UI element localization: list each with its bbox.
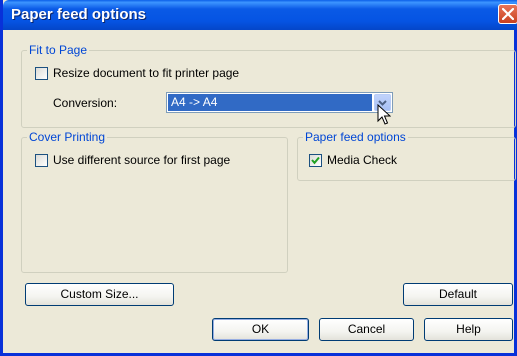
media-check-checkbox-label: Media Check <box>327 153 398 167</box>
resize-checkbox-label: Resize document to fit printer page <box>53 66 240 80</box>
close-icon <box>502 8 514 20</box>
conversion-label: Conversion: <box>53 96 118 110</box>
paper-feed-options-legend: Paper feed options <box>303 130 408 144</box>
media-check-checkbox-row[interactable]: Media Check <box>309 153 397 167</box>
resize-checkbox-row[interactable]: Resize document to fit printer page <box>35 66 239 80</box>
fit-to-page-legend: Fit to Page <box>27 43 90 57</box>
cover-printing-legend: Cover Printing <box>27 130 108 144</box>
checkmark-icon <box>311 156 320 164</box>
different-source-checkbox-row[interactable]: Use different source for first page <box>35 153 230 167</box>
different-source-checkbox[interactable] <box>35 153 48 167</box>
dialog-window: Paper feed options Fit to Page Resize do… <box>0 0 517 356</box>
close-button[interactable] <box>498 4 517 24</box>
media-check-checkbox[interactable] <box>309 153 322 167</box>
resize-checkbox[interactable] <box>35 66 48 80</box>
default-button[interactable]: Default <box>403 283 513 306</box>
custom-size-button[interactable]: Custom Size... <box>25 283 174 306</box>
conversion-select-value: A4 -> A4 <box>168 94 372 111</box>
ok-button[interactable]: OK <box>212 318 309 341</box>
fit-to-page-group: Fit to Page <box>21 43 516 128</box>
help-button[interactable]: Help <box>424 318 513 341</box>
window-title: Paper feed options <box>11 6 147 23</box>
different-source-checkbox-label: Use different source for first page <box>53 153 231 167</box>
conversion-select[interactable]: A4 -> A4 <box>166 92 393 113</box>
mouse-cursor-icon <box>377 104 391 125</box>
title-bar[interactable]: Paper feed options <box>3 0 517 30</box>
cancel-button[interactable]: Cancel <box>319 318 414 341</box>
